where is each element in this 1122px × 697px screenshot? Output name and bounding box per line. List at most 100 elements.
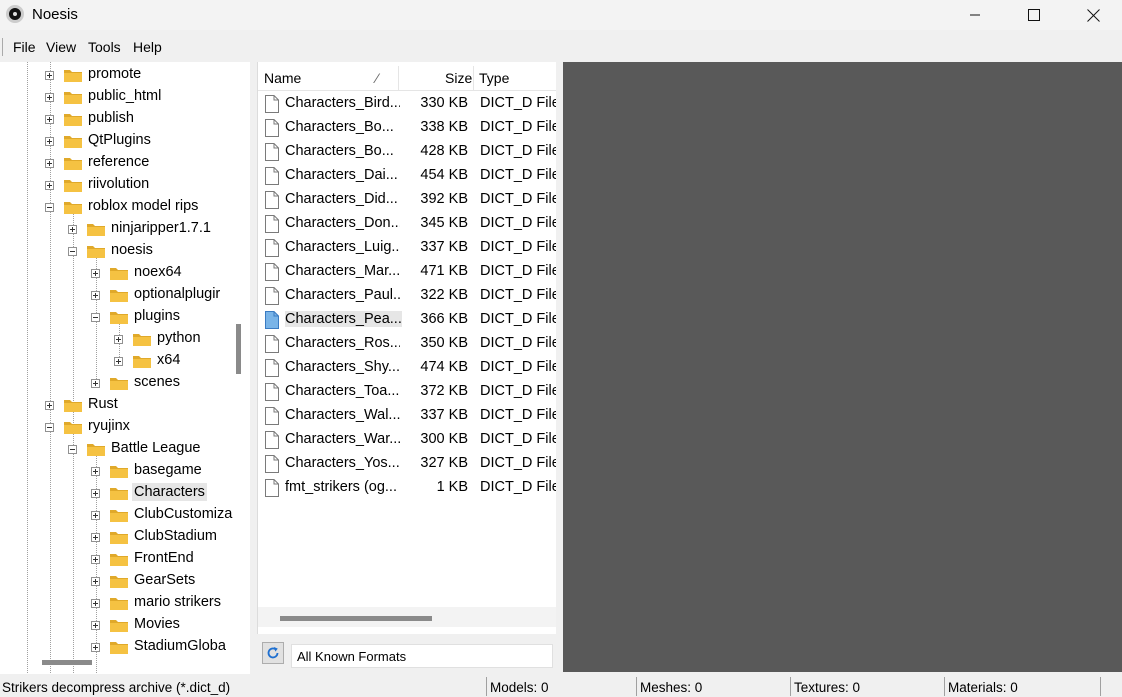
- tree-node[interactable]: plugins: [0, 306, 250, 328]
- tree-node[interactable]: Rust: [0, 394, 250, 416]
- menu-file[interactable]: File: [13, 39, 36, 55]
- menu-help[interactable]: Help: [133, 39, 162, 55]
- file-list[interactable]: Name ⁄ Size Type Characters_Bird... 330 K…: [257, 62, 556, 634]
- expand-icon[interactable]: [91, 643, 100, 652]
- file-list-horizontal-scrollbar[interactable]: [258, 607, 556, 627]
- file-row[interactable]: Characters_Mar... 471 KB DICT_D File: [258, 260, 556, 284]
- file-row[interactable]: Characters_Toa... 372 KB DICT_D File: [258, 380, 556, 404]
- model-preview-viewport[interactable]: [563, 62, 1122, 672]
- tree-node[interactable]: ryujinx: [0, 416, 250, 438]
- expand-icon[interactable]: [91, 269, 100, 278]
- tree-node[interactable]: roblox model rips: [0, 196, 250, 218]
- file-row[interactable]: Characters_Bo... 428 KB DICT_D File: [258, 140, 556, 164]
- tree-node[interactable]: riivolution: [0, 174, 250, 196]
- file-row[interactable]: Characters_Shy... 474 KB DICT_D File: [258, 356, 556, 380]
- expand-icon[interactable]: [91, 621, 100, 630]
- column-separator[interactable]: [473, 66, 474, 90]
- expand-icon[interactable]: [45, 93, 54, 102]
- panel-splitter[interactable]: [250, 62, 257, 672]
- tree-node[interactable]: mario strikers: [0, 592, 250, 614]
- file-icon: [265, 95, 279, 113]
- tree-node[interactable]: python: [0, 328, 250, 350]
- tree-node[interactable]: basegame: [0, 460, 250, 482]
- collapse-icon[interactable]: [68, 247, 77, 256]
- tree-node[interactable]: scenes: [0, 372, 250, 394]
- column-separator[interactable]: [398, 66, 399, 90]
- file-row[interactable]: Characters_War... 300 KB DICT_D File: [258, 428, 556, 452]
- folder-icon: [64, 136, 82, 148]
- scrollbar-thumb[interactable]: [280, 616, 432, 621]
- expand-icon[interactable]: [91, 467, 100, 476]
- file-row[interactable]: Characters_Paul... 322 KB DICT_D File: [258, 284, 556, 308]
- file-row[interactable]: Characters_Dai... 454 KB DICT_D File: [258, 164, 556, 188]
- column-name[interactable]: Name: [264, 70, 301, 86]
- tree-node[interactable]: Characters: [0, 482, 250, 504]
- close-button[interactable]: [1070, 0, 1116, 30]
- column-type[interactable]: Type: [479, 70, 509, 86]
- tree-node[interactable]: ninjaripper1.7.1: [0, 218, 250, 240]
- expand-icon[interactable]: [91, 291, 100, 300]
- file-icon: [265, 191, 279, 209]
- expand-icon[interactable]: [45, 71, 54, 80]
- expand-icon[interactable]: [91, 489, 100, 498]
- expand-icon[interactable]: [45, 137, 54, 146]
- expand-icon[interactable]: [68, 225, 77, 234]
- file-row[interactable]: Characters_Luig... 337 KB DICT_D File: [258, 236, 556, 260]
- file-row[interactable]: Characters_Wal... 337 KB DICT_D File: [258, 404, 556, 428]
- tree-node[interactable]: x64: [0, 350, 250, 372]
- expand-icon[interactable]: [114, 335, 123, 344]
- tree-node[interactable]: reference: [0, 152, 250, 174]
- file-row[interactable]: Characters_Yos... 327 KB DICT_D File: [258, 452, 556, 476]
- expand-icon[interactable]: [45, 401, 54, 410]
- collapse-icon[interactable]: [68, 445, 77, 454]
- expand-icon[interactable]: [91, 379, 100, 388]
- tree-node[interactable]: noesis: [0, 240, 250, 262]
- file-row[interactable]: Characters_Ros... 350 KB DICT_D File: [258, 332, 556, 356]
- format-filter-select[interactable]: All Known Formats: [291, 644, 553, 668]
- tree-node[interactable]: ClubCustomiza: [0, 504, 250, 526]
- tree-node[interactable]: noex64: [0, 262, 250, 284]
- expand-icon[interactable]: [91, 577, 100, 586]
- expand-icon[interactable]: [91, 599, 100, 608]
- file-row[interactable]: Characters_Did... 392 KB DICT_D File: [258, 188, 556, 212]
- tree-node[interactable]: publish: [0, 108, 250, 130]
- tree-node[interactable]: FrontEnd: [0, 548, 250, 570]
- collapse-icon[interactable]: [91, 313, 100, 322]
- collapse-icon[interactable]: [45, 423, 54, 432]
- tree-node[interactable]: public_html: [0, 86, 250, 108]
- expand-icon[interactable]: [45, 181, 54, 190]
- file-size: 300 KB: [420, 431, 468, 447]
- file-type: DICT_D File: [480, 263, 556, 279]
- file-row[interactable]: Characters_Bird... 330 KB DICT_D File: [258, 92, 556, 116]
- menu-view[interactable]: View: [46, 39, 76, 55]
- column-size[interactable]: Size: [445, 70, 472, 86]
- tree-vertical-scrollbar[interactable]: [236, 324, 241, 374]
- expand-icon[interactable]: [114, 357, 123, 366]
- status-textures: Textures: 0: [794, 680, 861, 695]
- tree-node[interactable]: Movies: [0, 614, 250, 636]
- collapse-icon[interactable]: [45, 203, 54, 212]
- expand-icon[interactable]: [91, 555, 100, 564]
- folder-tree[interactable]: promote public_html publish QtPlugins refere…: [0, 62, 250, 674]
- file-row[interactable]: Characters_Bo... 338 KB DICT_D File: [258, 116, 556, 140]
- tree-node[interactable]: optionalplugir: [0, 284, 250, 306]
- expand-icon[interactable]: [91, 533, 100, 542]
- file-row[interactable]: Characters_Don... 345 KB DICT_D File: [258, 212, 556, 236]
- refresh-button[interactable]: [262, 642, 284, 664]
- maximize-button[interactable]: [1011, 0, 1057, 30]
- tree-node[interactable]: Battle League: [0, 438, 250, 460]
- menu-tools[interactable]: Tools: [88, 39, 121, 55]
- expand-icon[interactable]: [45, 115, 54, 124]
- expand-icon[interactable]: [45, 159, 54, 168]
- minimize-button[interactable]: [952, 0, 998, 30]
- file-row[interactable]: Characters_Pea... 366 KB DICT_D File: [258, 308, 556, 332]
- folder-icon: [110, 488, 128, 500]
- tree-node[interactable]: StadiumGloba: [0, 636, 250, 658]
- tree-node[interactable]: ClubStadium: [0, 526, 250, 548]
- file-row[interactable]: fmt_strikers (og... 1 KB DICT_D File: [258, 476, 556, 500]
- tree-node[interactable]: QtPlugins: [0, 130, 250, 152]
- expand-icon[interactable]: [91, 511, 100, 520]
- tree-node[interactable]: GearSets: [0, 570, 250, 592]
- tree-node[interactable]: promote: [0, 64, 250, 86]
- tree-horizontal-scrollbar[interactable]: [42, 660, 92, 665]
